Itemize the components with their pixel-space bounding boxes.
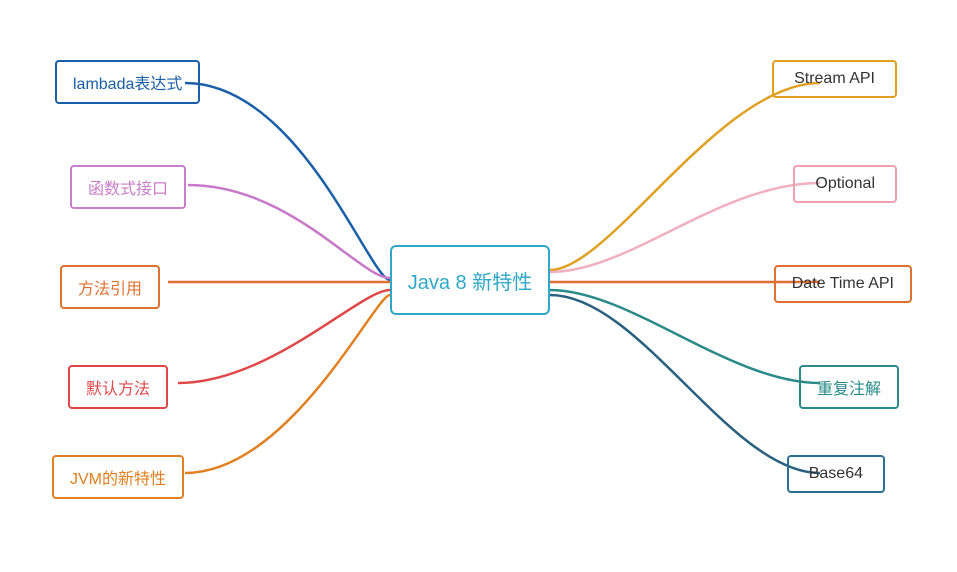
node-optional: Optional bbox=[793, 165, 897, 203]
node-stream: Stream API bbox=[772, 60, 897, 98]
node-fangfa: 方法引用 bbox=[60, 265, 160, 309]
node-datetime: Date Time API bbox=[774, 265, 912, 303]
node-hanshu: 函数式接口 bbox=[70, 165, 186, 209]
node-base64: Base64 bbox=[787, 455, 885, 493]
node-chongfu: 重复注解 bbox=[799, 365, 899, 409]
node-moren: 默认方法 bbox=[68, 365, 168, 409]
node-lambada: lambada表达式 bbox=[55, 60, 200, 104]
center-node: Java 8 新特性 bbox=[390, 245, 550, 315]
node-jvm: JVM的新特性 bbox=[52, 455, 184, 499]
